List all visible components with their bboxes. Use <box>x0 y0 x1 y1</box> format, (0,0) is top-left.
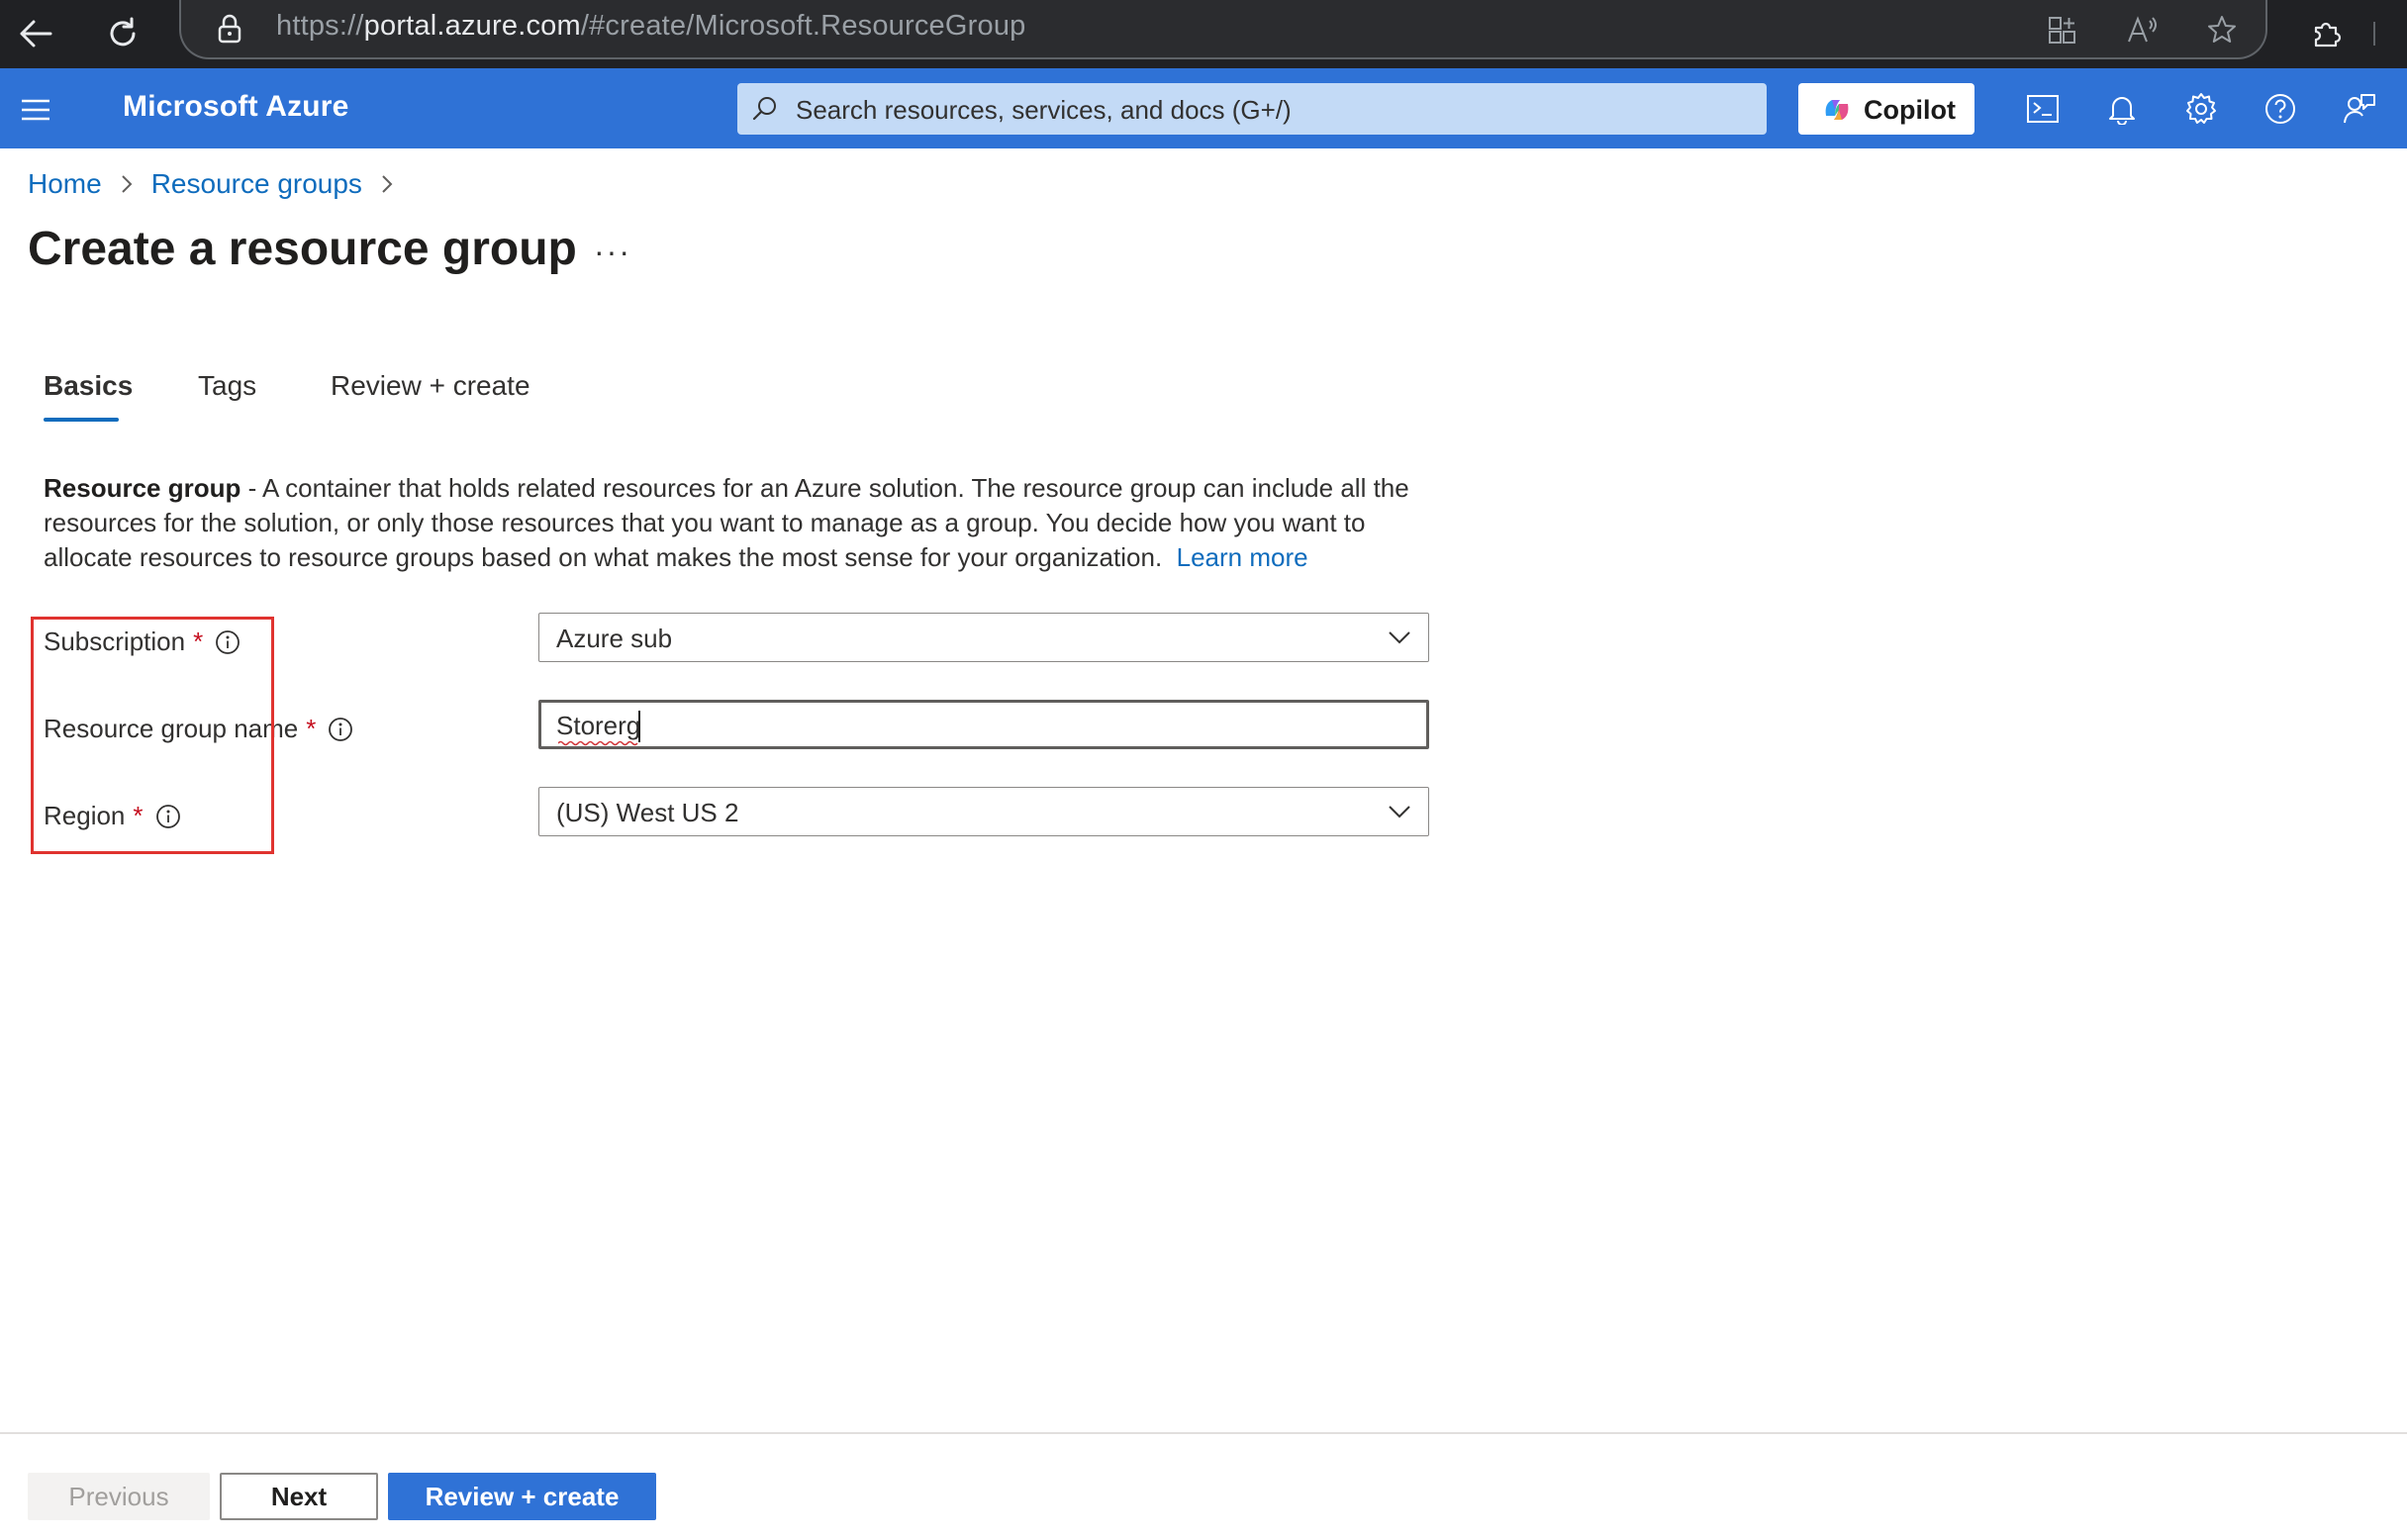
hamburger-icon[interactable] <box>18 92 53 128</box>
region-dropdown[interactable]: (US) West US 2 <box>538 787 1429 836</box>
required-marker: * <box>306 714 317 743</box>
gear-icon[interactable] <box>2178 86 2224 132</box>
help-icon[interactable] <box>2258 86 2303 132</box>
chevron-right-icon <box>121 175 133 193</box>
review-create-button[interactable]: Review + create <box>388 1473 656 1520</box>
cloud-shell-icon[interactable] <box>2020 86 2066 132</box>
previous-button[interactable]: Previous <box>28 1473 210 1520</box>
chevron-down-icon <box>1389 631 1410 644</box>
more-options-button[interactable]: ··· <box>594 234 631 270</box>
copilot-button[interactable]: Copilot <box>1798 83 1974 135</box>
url-prefix: https:// <box>276 10 364 42</box>
azure-header: Microsoft Azure Search resources, servic… <box>0 68 2407 148</box>
resource-group-name-value: Storerg <box>556 711 641 740</box>
search-placeholder: Search resources, services, and docs (G+… <box>796 95 1292 125</box>
read-aloud-icon[interactable] <box>2123 10 2163 49</box>
chevron-down-icon <box>1389 806 1410 818</box>
address-bar[interactable]: https://portal.azure.com/#create/Microso… <box>179 0 2267 59</box>
region-value: (US) West US 2 <box>556 798 739 827</box>
favorite-icon[interactable] <box>2202 10 2242 49</box>
split-screen-icon[interactable] <box>2042 10 2081 49</box>
breadcrumb: Home Resource groups <box>28 168 412 200</box>
lock-icon[interactable] <box>217 14 242 48</box>
url-text: https://portal.azure.com/#create/Microso… <box>276 10 1026 43</box>
chevron-right-icon <box>382 175 393 193</box>
subscription-value: Azure sub <box>556 624 673 653</box>
info-icon[interactable] <box>328 717 353 742</box>
feedback-icon[interactable] <box>2337 86 2382 132</box>
refresh-icon[interactable] <box>101 12 144 55</box>
tab-basics[interactable]: Basics <box>44 370 133 402</box>
brand-title[interactable]: Microsoft Azure <box>123 90 349 124</box>
global-search-input[interactable]: Search resources, services, and docs (G+… <box>737 83 1767 135</box>
subscription-dropdown[interactable]: Azure sub <box>538 613 1429 662</box>
label-highlight-box <box>31 617 274 854</box>
resource-group-description: Resource group - A container that holds … <box>44 471 1429 575</box>
learn-more-link[interactable]: Learn more <box>1177 542 1308 572</box>
tab-review-create[interactable]: Review + create <box>331 370 530 402</box>
extensions-icon[interactable] <box>2304 12 2348 55</box>
description-term: Resource group <box>44 473 241 503</box>
breadcrumb-resource-groups[interactable]: Resource groups <box>151 168 362 200</box>
url-host: portal.azure.com <box>363 10 581 42</box>
resource-group-name-input[interactable]: Storerg <box>538 700 1429 749</box>
url-path: /#create/Microsoft.ResourceGroup <box>580 10 1026 42</box>
search-icon <box>751 95 779 128</box>
bell-icon[interactable] <box>2099 86 2145 132</box>
copilot-label: Copilot <box>1864 95 1956 125</box>
tab-tags[interactable]: Tags <box>198 370 256 402</box>
back-icon[interactable] <box>14 12 57 55</box>
browser-toolbar: https://portal.azure.com/#create/Microso… <box>0 0 2407 68</box>
breadcrumb-home[interactable]: Home <box>28 168 102 200</box>
active-tab-indicator <box>44 418 119 422</box>
toolbar-divider <box>2373 22 2375 46</box>
copilot-icon <box>1822 96 1852 129</box>
page-title: Create a resource group <box>28 223 577 275</box>
text-caret <box>638 711 640 742</box>
next-button[interactable]: Next <box>220 1473 378 1520</box>
spellcheck-underline <box>558 740 638 746</box>
